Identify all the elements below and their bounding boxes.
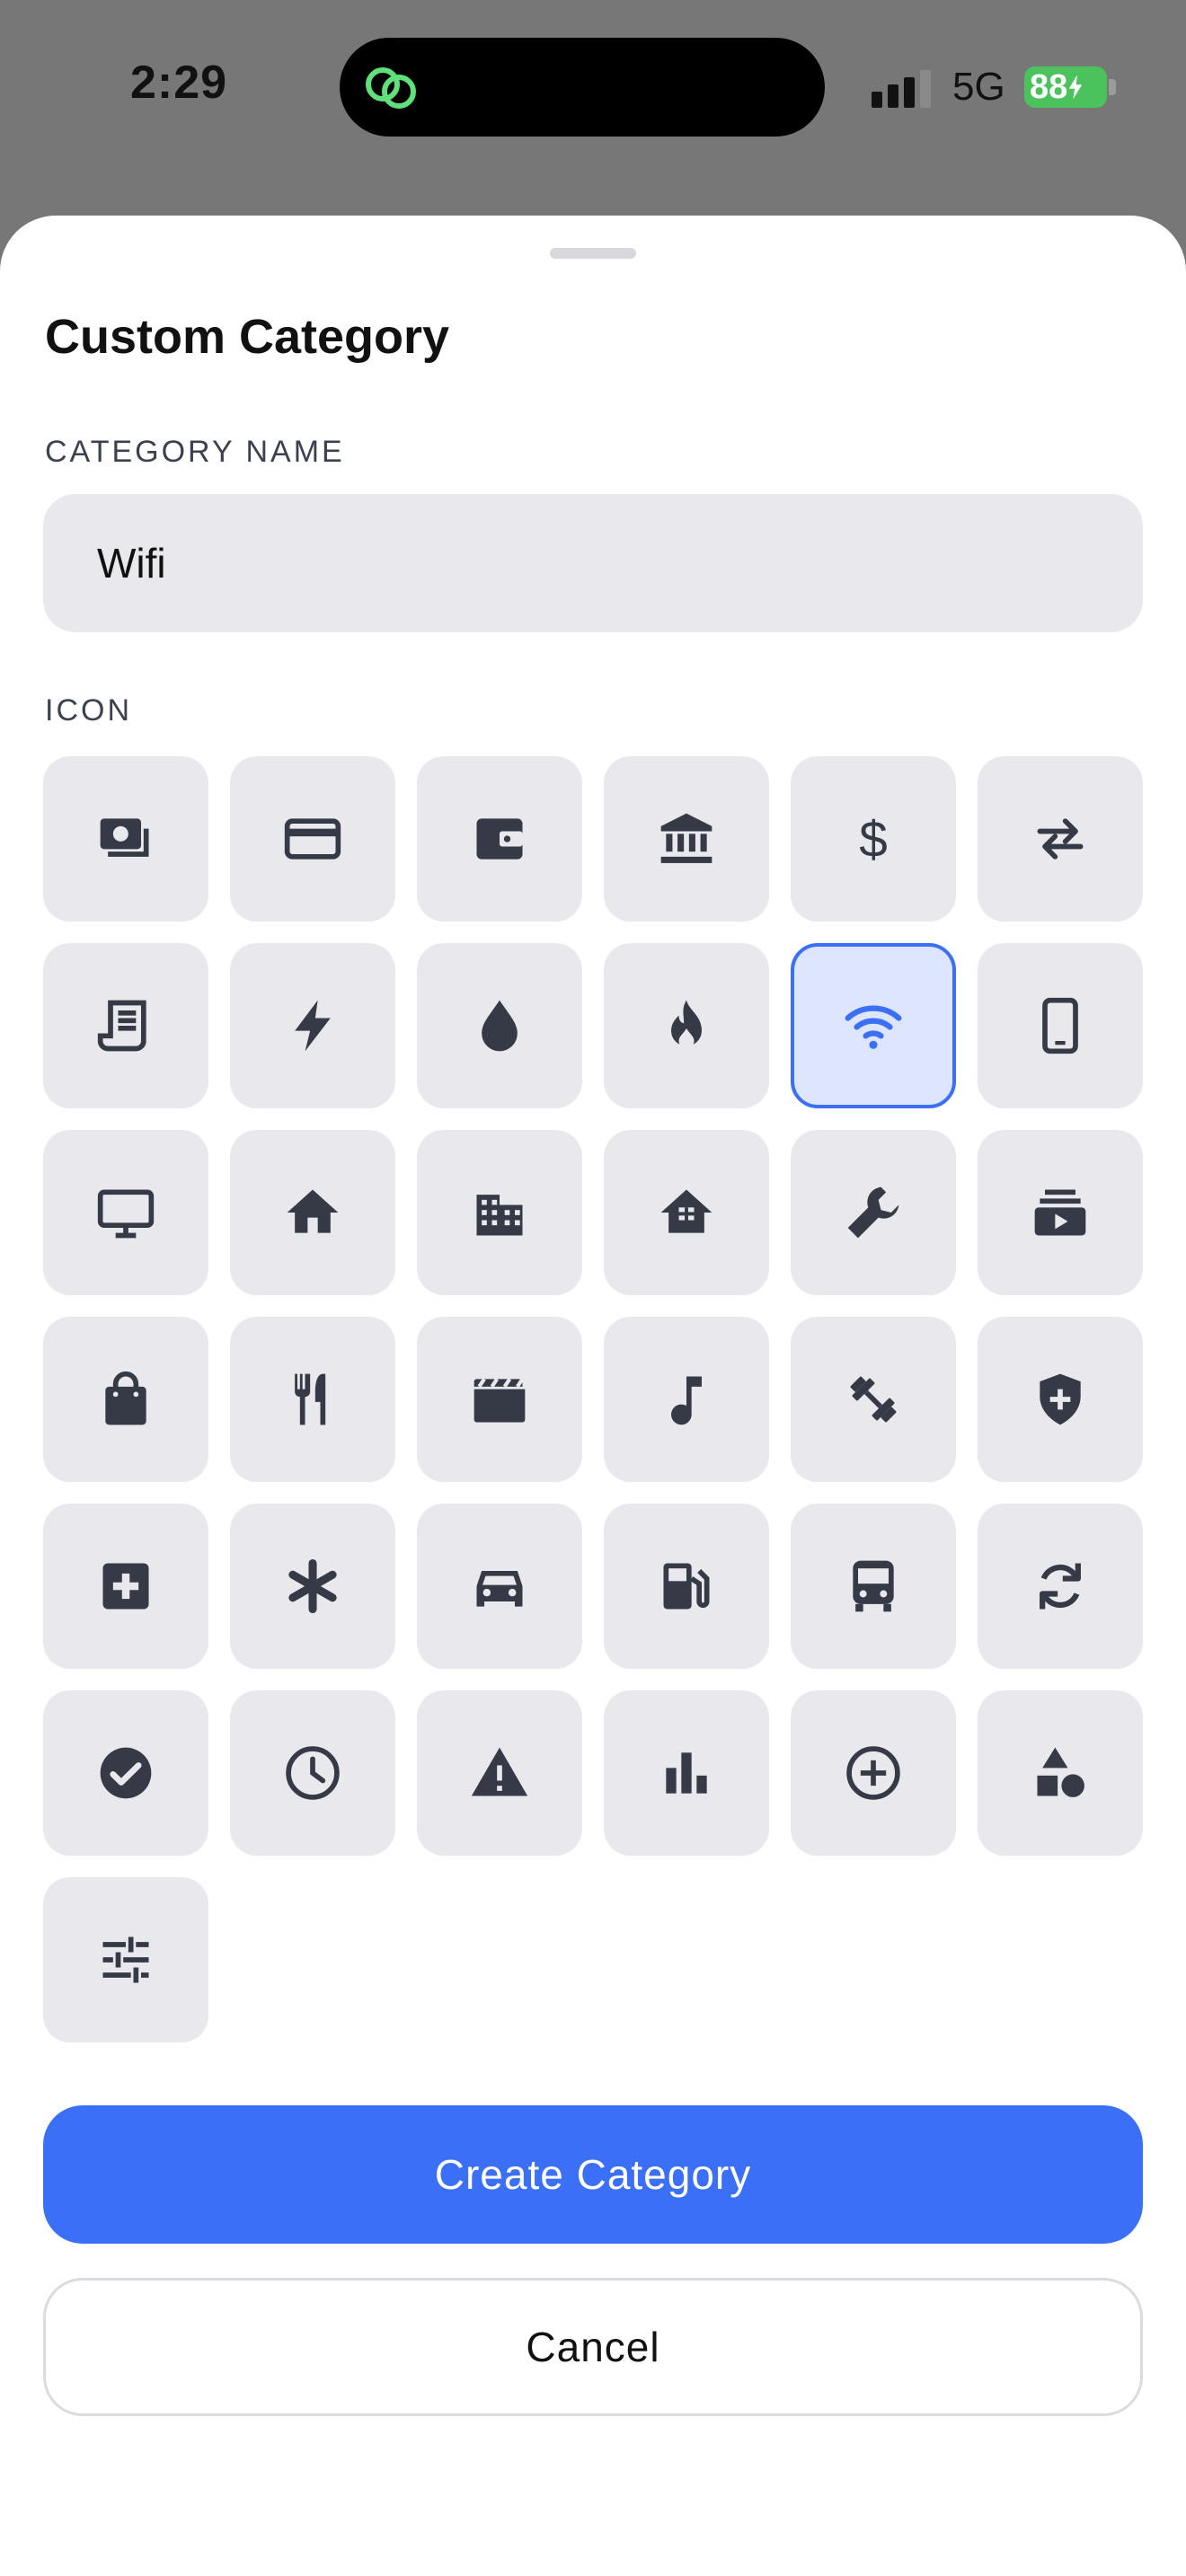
fuel-icon: [663, 1563, 710, 1610]
battery-cap: [1109, 79, 1116, 95]
asterisk-icon: [288, 1558, 337, 1614]
warning-icon: [471, 1747, 528, 1796]
icon-tile-receipt[interactable]: [43, 943, 208, 1108]
icon-tile-money[interactable]: [43, 756, 208, 922]
category-name-label: CATEGORY NAME: [45, 435, 345, 469]
shapes-icon: [1037, 1747, 1084, 1797]
refresh-icon: [1040, 1563, 1081, 1610]
tv-icon: [97, 1189, 155, 1239]
sheet-grabber[interactable]: [550, 248, 636, 259]
icon-tile-dollar[interactable]: $: [791, 756, 956, 922]
add-circle-icon: [846, 1746, 900, 1800]
icon-tile-shapes[interactable]: [978, 1690, 1143, 1856]
icon-tile-phone[interactable]: [978, 943, 1143, 1108]
icon-tile-credit-card[interactable]: [230, 756, 395, 922]
battery-level: 88: [1030, 67, 1068, 106]
bus-icon: [853, 1560, 894, 1612]
wrench-icon: [847, 1187, 899, 1239]
shopping-bag-icon: [105, 1371, 146, 1425]
svg-text:$: $: [859, 812, 888, 869]
icon-tile-flame[interactable]: [604, 943, 769, 1108]
clock-icon: [286, 1746, 340, 1800]
custom-category-sheet: Custom Category CATEGORY NAME ICON $: [0, 216, 1186, 2576]
status-bar: 2:29 5G 88: [0, 0, 1186, 180]
signal-icon: [872, 70, 931, 108]
icon-tile-fuel[interactable]: [604, 1504, 769, 1669]
icon-tile-wrench[interactable]: [791, 1130, 956, 1295]
subscriptions-icon: [1034, 1189, 1086, 1236]
flame-icon: [671, 1000, 702, 1049]
category-name-input[interactable]: [43, 494, 1143, 632]
wifi-icon: [845, 1005, 902, 1049]
water-drop-icon: [482, 1000, 518, 1052]
house-icon: [660, 1189, 712, 1233]
icon-tile-check[interactable]: [43, 1690, 208, 1856]
icon-tile-building[interactable]: [417, 1130, 582, 1295]
create-category-button[interactable]: Create Category: [43, 2105, 1143, 2244]
icon-tile-tv[interactable]: [43, 1130, 208, 1295]
dollar-icon: $: [859, 812, 888, 869]
icon-tile-refresh[interactable]: [978, 1504, 1143, 1669]
bar-chart-icon: [666, 1752, 707, 1794]
icon-tile-home[interactable]: [230, 1130, 395, 1295]
cancel-button[interactable]: Cancel: [43, 2278, 1143, 2416]
icon-tile-asterisk[interactable]: [230, 1504, 395, 1669]
icon-tile-shield[interactable]: [978, 1317, 1143, 1482]
icon-tile-wifi[interactable]: [791, 943, 956, 1108]
check-circle-icon: [100, 1747, 152, 1799]
status-time: 2:29: [130, 57, 228, 109]
link-icon: [366, 67, 416, 109]
home-icon: [287, 1189, 339, 1233]
icon-tile-subscriptions[interactable]: [978, 1130, 1143, 1295]
icon-tile-movie[interactable]: [417, 1317, 582, 1482]
restaurant-icon: [295, 1373, 326, 1425]
icon-tile-clock[interactable]: [230, 1690, 395, 1856]
network-type: 5G: [952, 65, 1005, 109]
icon-tile-add[interactable]: [791, 1690, 956, 1856]
shield-icon: [1040, 1373, 1081, 1425]
music-note-icon: [671, 1376, 702, 1425]
medical-icon: [102, 1563, 149, 1610]
money-icon: [100, 818, 149, 857]
transfer-icon: [1037, 818, 1084, 860]
icon-tile-bank[interactable]: [604, 756, 769, 922]
building-icon: [476, 1195, 523, 1236]
credit-card-icon: [284, 818, 341, 860]
icon-tile-warning[interactable]: [417, 1690, 582, 1856]
icon-tile-car[interactable]: [417, 1504, 582, 1669]
receipt-icon: [97, 1000, 146, 1052]
icon-tile-bar-chart[interactable]: [604, 1690, 769, 1856]
icon-tile-water[interactable]: [417, 943, 582, 1108]
phone-icon: [1042, 997, 1078, 1054]
icon-tile-shopping-bag[interactable]: [43, 1317, 208, 1482]
sheet-title: Custom Category: [45, 310, 450, 364]
car-icon: [476, 1571, 523, 1607]
icon-tile-transfer[interactable]: [978, 756, 1143, 922]
sliders-icon: [102, 1936, 149, 1983]
icon-tile-restaurant[interactable]: [230, 1317, 395, 1482]
battery-indicator: 88: [1024, 66, 1107, 108]
icon-tile-music[interactable]: [604, 1317, 769, 1482]
icon-tile-medical[interactable]: [43, 1504, 208, 1669]
icon-tile-fitness[interactable]: [791, 1317, 956, 1482]
bank-icon: [660, 813, 712, 863]
movie-icon: [474, 1378, 526, 1423]
icon-tile-wallet[interactable]: [417, 756, 582, 922]
icon-grid: $: [43, 756, 1143, 2042]
icon-tile-house[interactable]: [604, 1130, 769, 1295]
icon-tile-bolt[interactable]: [230, 943, 395, 1108]
charging-bolt-icon: [1069, 75, 1083, 100]
bolt-icon: [295, 1000, 331, 1052]
wallet-icon: [476, 818, 523, 860]
fitness-icon: [850, 1376, 897, 1423]
icon-tile-bus[interactable]: [791, 1504, 956, 1669]
icon-label: ICON: [45, 693, 132, 728]
icon-tile-sliders[interactable]: [43, 1877, 208, 2042]
